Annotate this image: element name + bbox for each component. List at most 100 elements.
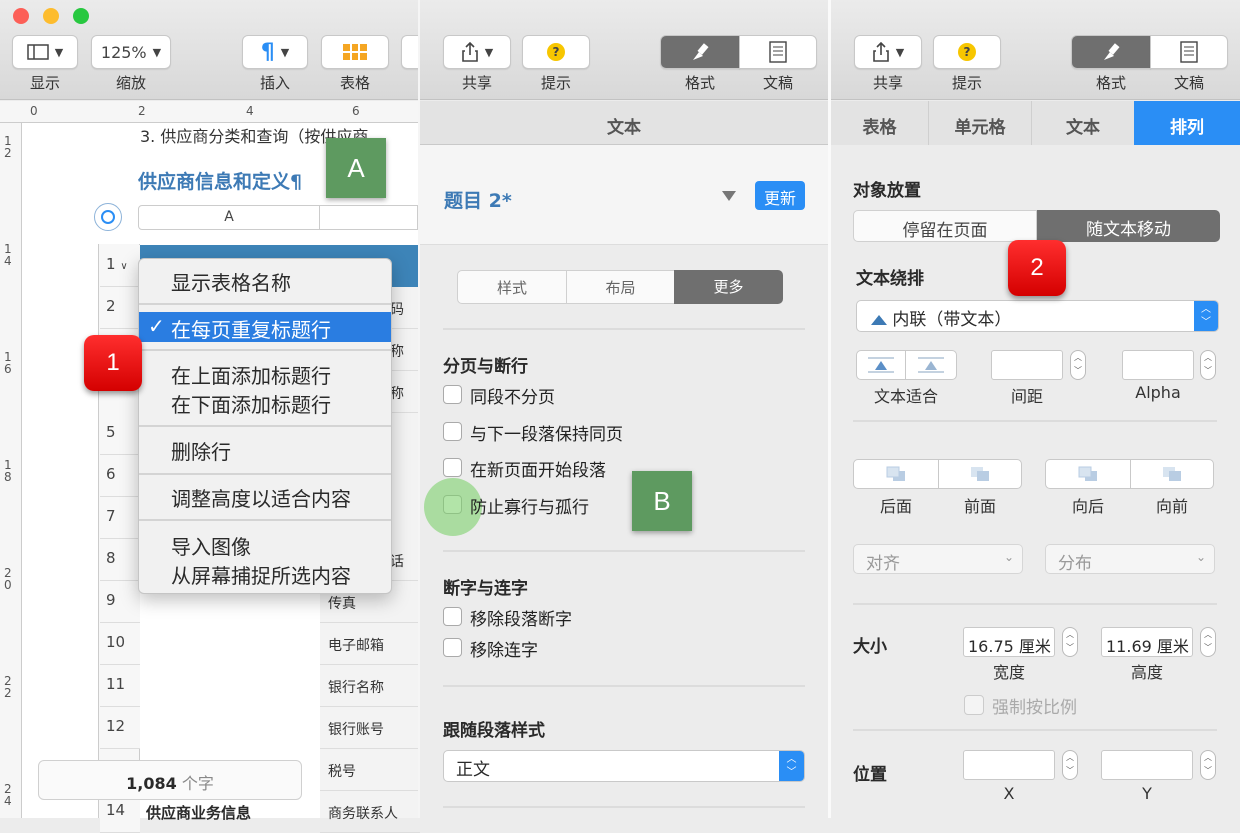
minimize-window-button[interactable] — [43, 8, 59, 24]
update-style-button[interactable]: 更新 — [755, 181, 805, 210]
tab-table[interactable]: 表格 — [831, 101, 929, 145]
x-input[interactable] — [963, 750, 1055, 780]
row-number-6[interactable]: 6 — [100, 455, 140, 497]
table-cell[interactable]: 电子邮箱 — [320, 623, 420, 665]
row-number-12[interactable]: 12 — [100, 707, 140, 749]
width-stepper[interactable]: ︿ ﹀ — [1062, 627, 1078, 657]
triangle-down-icon[interactable] — [722, 191, 736, 201]
table-cell[interactable]: 税号 — [320, 749, 420, 791]
menu-item-add-header-above[interactable]: 在上面添加标题行 — [171, 360, 331, 389]
word-count-badge[interactable]: 1,084 个字 — [38, 760, 302, 800]
tab-arrange[interactable]: 排列 — [1134, 101, 1240, 145]
close-window-button[interactable] — [13, 8, 29, 24]
menu-item-add-header-below[interactable]: 在下面添加标题行 — [171, 389, 331, 418]
table-cell[interactable]: 银行账号 — [320, 707, 420, 749]
menu-item-capture-screen[interactable]: 从屏幕捕捉所选内容 — [171, 560, 351, 589]
zoom-window-button[interactable] — [73, 8, 89, 24]
page-break-before-checkbox[interactable] — [443, 458, 462, 477]
ruler-mark: 4 — [246, 104, 254, 118]
align-select: 对齐 ⌄ — [853, 544, 1023, 574]
format-button[interactable] — [660, 35, 740, 69]
row-number-10[interactable]: 10 — [100, 623, 140, 665]
segment-style[interactable]: 样式 — [457, 270, 567, 304]
updown-chevron-icon[interactable]: ︿ ﹀ — [779, 751, 804, 781]
menu-item-delete-row[interactable]: 删除行 — [171, 436, 231, 465]
row-number-1[interactable]: 1 ∨ — [100, 245, 140, 287]
text-fit-box-button[interactable] — [905, 350, 957, 380]
menu-item-label: 在每页重复标题行 — [171, 318, 331, 342]
cell-text: 税号 — [328, 764, 356, 780]
view-button[interactable]: ▼ — [12, 35, 78, 69]
row-number-5[interactable]: 5 — [100, 413, 140, 455]
send-backward-button[interactable] — [1045, 459, 1131, 489]
document-button[interactable] — [739, 35, 817, 69]
width-label: 宽度 — [992, 663, 1025, 682]
format-button[interactable] — [1071, 35, 1151, 69]
segment-more[interactable]: 更多 — [674, 270, 783, 304]
text-fit-tight-button[interactable] — [856, 350, 906, 380]
remove-hyphenation-checkbox[interactable] — [443, 607, 462, 626]
zoom-select[interactable]: 125% ▼ — [91, 35, 171, 69]
column-header-b[interactable] — [320, 205, 418, 230]
menu-item-fit-height[interactable]: 调整高度以适合内容 — [171, 483, 351, 512]
chevron-down-icon: ▼ — [895, 45, 905, 59]
height-input[interactable]: 11.69 厘米 — [1101, 627, 1193, 657]
stay-on-page-button[interactable]: 停留在页面 — [853, 210, 1037, 242]
menu-separator — [139, 473, 391, 475]
share-button[interactable]: ▼ — [443, 35, 511, 69]
y-stepper[interactable]: ︿ ﹀ — [1200, 750, 1216, 780]
paragraph-style-name[interactable]: 题目 2* — [444, 186, 512, 213]
table-cell[interactable]: 商务联系人 — [320, 791, 420, 833]
keep-lines-together-checkbox[interactable] — [443, 385, 462, 404]
table-cell[interactable]: 供应商业务信息 — [146, 802, 251, 823]
spacing-stepper[interactable]: ︿ ﹀ — [1070, 350, 1086, 380]
insert-button[interactable]: ¶ ▼ — [242, 35, 308, 69]
checkbox-label: 移除连字 — [470, 641, 538, 661]
tab-cell[interactable]: 单元格 — [929, 101, 1032, 145]
menu-item-repeat-header-rows[interactable]: ✓ 在每页重复标题行 — [139, 312, 391, 342]
table-button[interactable] — [321, 35, 389, 69]
row-number-7[interactable]: 7 — [100, 497, 140, 539]
row-number-2[interactable]: 2 — [100, 287, 140, 329]
menu-item-import-image[interactable]: 导入图像 — [171, 531, 251, 560]
menu-item-show-table-name[interactable]: 显示表格名称 — [171, 267, 291, 296]
move-with-text-button[interactable]: 随文本移动 — [1037, 210, 1220, 242]
x-stepper[interactable]: ︿ ﹀ — [1062, 750, 1078, 780]
column-header-a[interactable]: A — [138, 205, 320, 230]
inline-wrap-icon — [871, 315, 887, 325]
spacing-input[interactable] — [991, 350, 1063, 380]
alpha-stepper[interactable]: ︿ ﹀ — [1200, 350, 1216, 380]
follow-style-select[interactable]: 正文 — [443, 750, 805, 782]
tips-button[interactable]: ? — [522, 35, 590, 69]
row-num: 6 — [106, 465, 116, 483]
segment-layout[interactable]: 布局 — [566, 270, 675, 304]
forward-label: 向前 — [1155, 497, 1188, 516]
ruler-mark: 2 2 — [4, 674, 12, 700]
document-button[interactable] — [1150, 35, 1228, 69]
height-stepper[interactable]: ︿ ﹀ — [1200, 627, 1216, 657]
alpha-input[interactable] — [1122, 350, 1194, 380]
bring-to-front-button[interactable] — [938, 459, 1022, 489]
tab-text[interactable]: 文本 — [1032, 101, 1134, 145]
updown-chevron-icon[interactable]: ︿ ﹀ — [1194, 301, 1218, 331]
bring-forward-button[interactable] — [1130, 459, 1214, 489]
share-button[interactable]: ▼ — [854, 35, 922, 69]
row-number-8[interactable]: 8 — [100, 539, 140, 581]
table-cell[interactable]: 银行名称 — [320, 665, 420, 707]
share-label: 共享 — [872, 74, 903, 92]
keep-with-next-checkbox[interactable] — [443, 422, 462, 441]
send-to-back-button[interactable] — [853, 459, 939, 489]
y-input[interactable] — [1101, 750, 1193, 780]
text-fit-label: 文本适合 — [873, 387, 938, 406]
remove-ligatures-checkbox[interactable] — [443, 638, 462, 657]
width-input[interactable]: 16.75 厘米 — [963, 627, 1055, 657]
row-number-9[interactable]: 9 — [100, 581, 140, 623]
text-wrap-select[interactable]: 内联（带文本） — [856, 300, 1219, 332]
table-select-handle[interactable] — [94, 203, 122, 231]
tips-button[interactable]: ? — [933, 35, 1001, 69]
tab-text[interactable]: 文本 — [420, 101, 828, 145]
front-label: 前面 — [963, 497, 996, 516]
paintbrush-icon — [693, 43, 709, 60]
chevron-down-icon[interactable]: ∨ — [120, 261, 127, 272]
row-number-11[interactable]: 11 — [100, 665, 140, 707]
